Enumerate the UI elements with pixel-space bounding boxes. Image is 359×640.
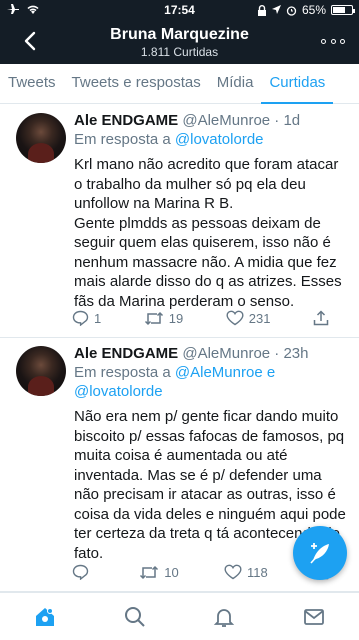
author-name[interactable]: Ale ENDGAME bbox=[74, 345, 178, 362]
location-icon bbox=[271, 5, 281, 14]
profile-header: 17:54 65% Bruna Marquezine 1.811 Curtida… bbox=[0, 0, 359, 64]
author-handle: @AleMunroe · 1d bbox=[182, 112, 301, 129]
retweet-button[interactable]: 10 bbox=[139, 564, 179, 580]
avatar[interactable] bbox=[16, 346, 66, 396]
profile-tabs: Tweets Tweets e respostas Mídia Curtidas bbox=[0, 64, 359, 104]
reply-context: Em resposta a @AleMunroe e @lovatolorde bbox=[74, 364, 276, 400]
tab-tweets[interactable]: Tweets bbox=[0, 64, 64, 104]
like-count: 231 bbox=[248, 310, 271, 326]
author-handle: @AleMunroe · 23h bbox=[182, 345, 309, 362]
profile-name: Bruna Marquezine bbox=[110, 26, 249, 43]
reply-button[interactable] bbox=[72, 564, 94, 580]
lock-rotation-icon bbox=[257, 4, 266, 16]
more-options-icon[interactable] bbox=[321, 32, 345, 50]
search-icon[interactable] bbox=[123, 605, 147, 629]
battery-icon bbox=[331, 5, 355, 15]
like-button[interactable]: 231 bbox=[226, 310, 271, 326]
share-button[interactable] bbox=[313, 310, 329, 326]
messages-envelope-icon[interactable] bbox=[302, 605, 326, 629]
reply-icon bbox=[72, 564, 89, 580]
share-icon bbox=[313, 310, 329, 326]
tweet-actions: 10 118 bbox=[72, 564, 329, 580]
tab-likes[interactable]: Curtidas bbox=[261, 64, 334, 104]
tweet-text: Krl mano não acredito que foram atacar o… bbox=[74, 156, 342, 310]
avatar[interactable] bbox=[16, 113, 66, 163]
home-icon[interactable] bbox=[33, 605, 57, 629]
bottom-nav bbox=[0, 592, 359, 640]
alarm-icon bbox=[286, 5, 297, 16]
reply-context: Em resposta a @lovatolorde bbox=[74, 131, 264, 148]
retweet-count: 10 bbox=[164, 564, 179, 580]
tweet[interactable]: Ale ENDGAME @AleMunroe · 1d Em resposta … bbox=[0, 105, 359, 338]
battery-percent: 65% bbox=[301, 3, 326, 17]
tab-media[interactable]: Mídia bbox=[209, 64, 262, 104]
notifications-bell-icon[interactable] bbox=[212, 605, 236, 629]
tweet-actions: 1 19 231 bbox=[72, 310, 329, 326]
like-button[interactable]: 118 bbox=[224, 564, 268, 580]
heart-icon bbox=[224, 564, 242, 580]
reply-to-link[interactable]: @lovatolorde bbox=[175, 131, 264, 148]
reply-icon bbox=[72, 310, 89, 326]
author-name[interactable]: Ale ENDGAME bbox=[74, 112, 178, 129]
reply-button[interactable]: 1 bbox=[72, 310, 101, 326]
heart-icon bbox=[226, 310, 244, 326]
tab-tweets-and-replies[interactable]: Tweets e respostas bbox=[64, 64, 209, 104]
retweet-button[interactable]: 19 bbox=[144, 310, 183, 326]
likes-count: 1.811 Curtidas bbox=[140, 45, 219, 59]
status-bar: 17:54 65% bbox=[0, 0, 359, 20]
retweet-icon bbox=[140, 565, 159, 579]
reply-count: 1 bbox=[94, 310, 102, 326]
compose-tweet-button[interactable] bbox=[293, 526, 347, 580]
like-count: 118 bbox=[247, 564, 268, 580]
compose-feather-icon bbox=[310, 543, 329, 564]
retweet-icon bbox=[144, 311, 163, 325]
retweet-count: 19 bbox=[168, 310, 184, 326]
